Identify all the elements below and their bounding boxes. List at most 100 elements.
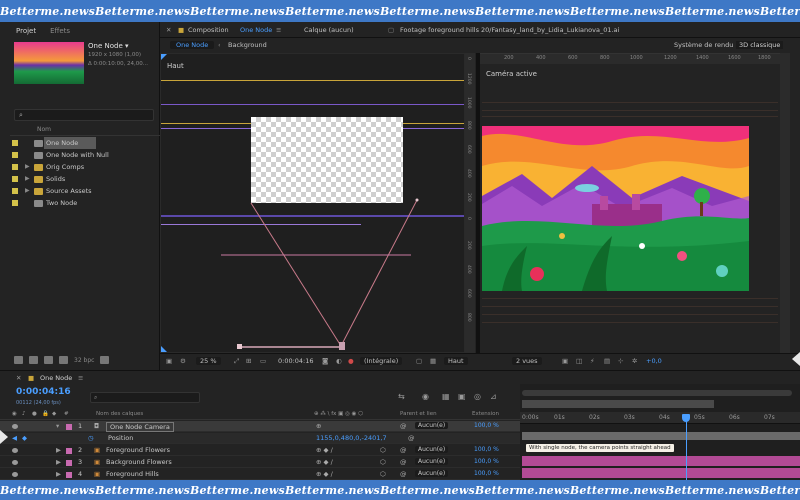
- transparency-grid-icon[interactable]: ▦: [430, 357, 436, 365]
- expand-arrow-icon[interactable]: ▶: [56, 470, 61, 478]
- stretch-value[interactable]: 100,0 %: [474, 422, 499, 429]
- parent-dropdown[interactable]: Aucun(e): [415, 458, 449, 465]
- mask-icon[interactable]: ▭: [260, 357, 266, 365]
- project-search-input[interactable]: ⌕: [14, 109, 154, 121]
- grid-icon[interactable]: ⊞: [246, 357, 251, 365]
- layer-name[interactable]: Background Flowers: [106, 458, 172, 466]
- trash-icon[interactable]: [100, 356, 110, 364]
- 3d-layer-icon[interactable]: ⬡: [380, 458, 386, 466]
- keyframe-icon[interactable]: ◆: [22, 434, 27, 442]
- time-navigator[interactable]: [522, 390, 792, 396]
- parent-dropdown[interactable]: Aucun(e): [415, 470, 449, 477]
- show-snapshot-icon[interactable]: ◐: [336, 357, 342, 365]
- project-item-orig-comps[interactable]: ▶ Orig Comps: [10, 161, 160, 173]
- view-layout-dropdown[interactable]: 2 vues: [512, 357, 542, 365]
- layer-switches-icon[interactable]: ⊕ ◆ /: [316, 446, 333, 454]
- 3d-layer-icon[interactable]: ⬡: [380, 446, 386, 454]
- draft-3d-icon[interactable]: ◉: [422, 392, 429, 401]
- column-extension[interactable]: Extension: [472, 411, 499, 417]
- work-area-bar[interactable]: [522, 400, 714, 408]
- previous-slide-arrow[interactable]: [0, 430, 8, 444]
- stretch-value[interactable]: 100,0 %: [474, 458, 499, 465]
- zoom-dropdown[interactable]: 25 %: [196, 357, 221, 365]
- renderer-dropdown[interactable]: 3D classique: [736, 41, 784, 49]
- tab-effects[interactable]: Effets: [50, 27, 70, 36]
- stopwatch-icon[interactable]: ◷: [88, 434, 94, 442]
- layer-name[interactable]: Foreground Flowers: [106, 446, 170, 454]
- pick-whip-icon[interactable]: @: [400, 458, 407, 466]
- camera-point-of-interest[interactable]: [237, 344, 242, 349]
- panel-menu-icon[interactable]: ≡: [276, 26, 281, 34]
- track-bar-camera[interactable]: [522, 432, 800, 440]
- viewer-active-camera[interactable]: 200 400 600 800 1000 1200 1400 1600 1800…: [480, 53, 780, 353]
- pick-whip-icon[interactable]: @: [408, 434, 415, 442]
- property-row-position[interactable]: ◀ ◆ ◷ Position 1155,0,480,0,-2401,7 @: [0, 433, 520, 444]
- snapshot-icon[interactable]: ◙: [322, 357, 328, 365]
- close-icon[interactable]: ✕: [16, 374, 21, 382]
- footage-tab[interactable]: Footage foreground hills 20/Fantasy_land…: [400, 26, 619, 34]
- layer-marker-comment[interactable]: With single node, the camera points stra…: [526, 444, 674, 452]
- shy-layers-icon[interactable]: ▦: [442, 392, 450, 401]
- eye-icon[interactable]: [12, 424, 18, 429]
- preview-settings-icon[interactable]: ⚙: [180, 357, 186, 365]
- eye-icon[interactable]: [12, 460, 18, 465]
- layer-switches-icon[interactable]: ⊕ ◆ /: [316, 458, 333, 466]
- draft-3d-icon[interactable]: ◫: [576, 357, 582, 365]
- keyframe-nav-icon[interactable]: ◀: [12, 434, 17, 442]
- graph-editor-icon[interactable]: ⊿: [490, 392, 497, 401]
- exposure-icon[interactable]: ✲: [632, 357, 637, 365]
- current-time-indicator-head[interactable]: [682, 414, 690, 422]
- breadcrumb-background[interactable]: Background: [228, 41, 267, 49]
- expand-arrow-icon[interactable]: ▶: [56, 458, 61, 466]
- region-of-interest-icon[interactable]: ▢: [416, 357, 422, 365]
- parent-dropdown[interactable]: Aucun(e): [415, 446, 449, 453]
- position-value[interactable]: 1155,0,480,0,-2401,7: [316, 434, 387, 442]
- timeline-tab-label[interactable]: One Node: [40, 374, 72, 382]
- column-parent[interactable]: Parent et lien: [400, 411, 437, 417]
- project-item-one-node-with-null[interactable]: One Node with Null: [10, 149, 160, 161]
- layer-tab[interactable]: Calque (aucun): [304, 26, 354, 34]
- 3d-view-dropdown[interactable]: Haut: [444, 357, 468, 365]
- frame-blending-icon[interactable]: ▣: [458, 392, 466, 401]
- fast-previews-icon[interactable]: ⚡: [590, 357, 595, 365]
- expand-arrow-icon[interactable]: ▶: [25, 173, 30, 185]
- bit-depth-button[interactable]: 32 bpc: [74, 357, 94, 364]
- layer-name[interactable]: One Node Camera: [106, 422, 174, 432]
- project-item-two-node[interactable]: Two Node: [10, 197, 160, 209]
- track-bar-foreground-flowers[interactable]: [522, 456, 800, 466]
- column-name[interactable]: Nom: [37, 126, 51, 133]
- stretch-value[interactable]: 100,0 %: [474, 470, 499, 477]
- channel-icon[interactable]: ●: [348, 357, 354, 365]
- layer-row-background-flowers[interactable]: ▶ 3 ▣ Background Flowers ⊕ ◆ / ⬡ @ Aucun…: [0, 457, 520, 468]
- expand-arrow-icon[interactable]: ▾: [56, 422, 59, 430]
- label-color[interactable]: [66, 448, 72, 454]
- camera-icon[interactable]: [339, 342, 345, 350]
- exposure-value[interactable]: +0,0: [646, 357, 662, 365]
- new-folder-icon[interactable]: [29, 356, 38, 364]
- label-color[interactable]: [66, 424, 72, 430]
- layer-row-camera[interactable]: ▾ 1 ◘ One Node Camera ⊕ @ Aucun(e) 100,0…: [0, 421, 520, 432]
- pick-whip-icon[interactable]: @: [400, 446, 407, 454]
- eye-icon[interactable]: [12, 448, 18, 453]
- fit-icon[interactable]: ⤢: [234, 357, 239, 366]
- breadcrumb-one-node[interactable]: One Node: [170, 41, 215, 49]
- timeline-current-time[interactable]: 0:00:04:16: [16, 387, 71, 397]
- new-composition-icon[interactable]: [44, 356, 53, 364]
- viewer-timecode[interactable]: 0:00:04:16: [278, 357, 314, 365]
- interpret-footage-icon[interactable]: [14, 356, 23, 364]
- expand-arrow-icon[interactable]: ▶: [56, 446, 61, 454]
- project-item-one-node[interactable]: One Node: [10, 137, 160, 149]
- close-icon[interactable]: ✕: [166, 26, 171, 34]
- label-color[interactable]: [66, 460, 72, 466]
- layer-name[interactable]: Foreground Hills: [106, 470, 159, 478]
- 3d-layer-icon[interactable]: ⬡: [380, 470, 386, 478]
- time-ruler[interactable]: 0:00s 01s 02s 03s 04s 05s 06s 07s: [520, 412, 800, 424]
- project-item-source-assets[interactable]: ▶ Source Assets: [10, 185, 160, 197]
- parent-dropdown[interactable]: Aucun(e): [415, 422, 449, 429]
- eye-icon[interactable]: [12, 472, 18, 477]
- composition-tab-prefix[interactable]: Composition: [188, 26, 229, 34]
- preview-icon[interactable]: ▣: [166, 357, 172, 365]
- tab-project[interactable]: Projet: [16, 27, 36, 36]
- composition-mini-flowchart-icon[interactable]: ⇆: [398, 392, 405, 401]
- expand-arrow-icon[interactable]: ▶: [25, 185, 30, 197]
